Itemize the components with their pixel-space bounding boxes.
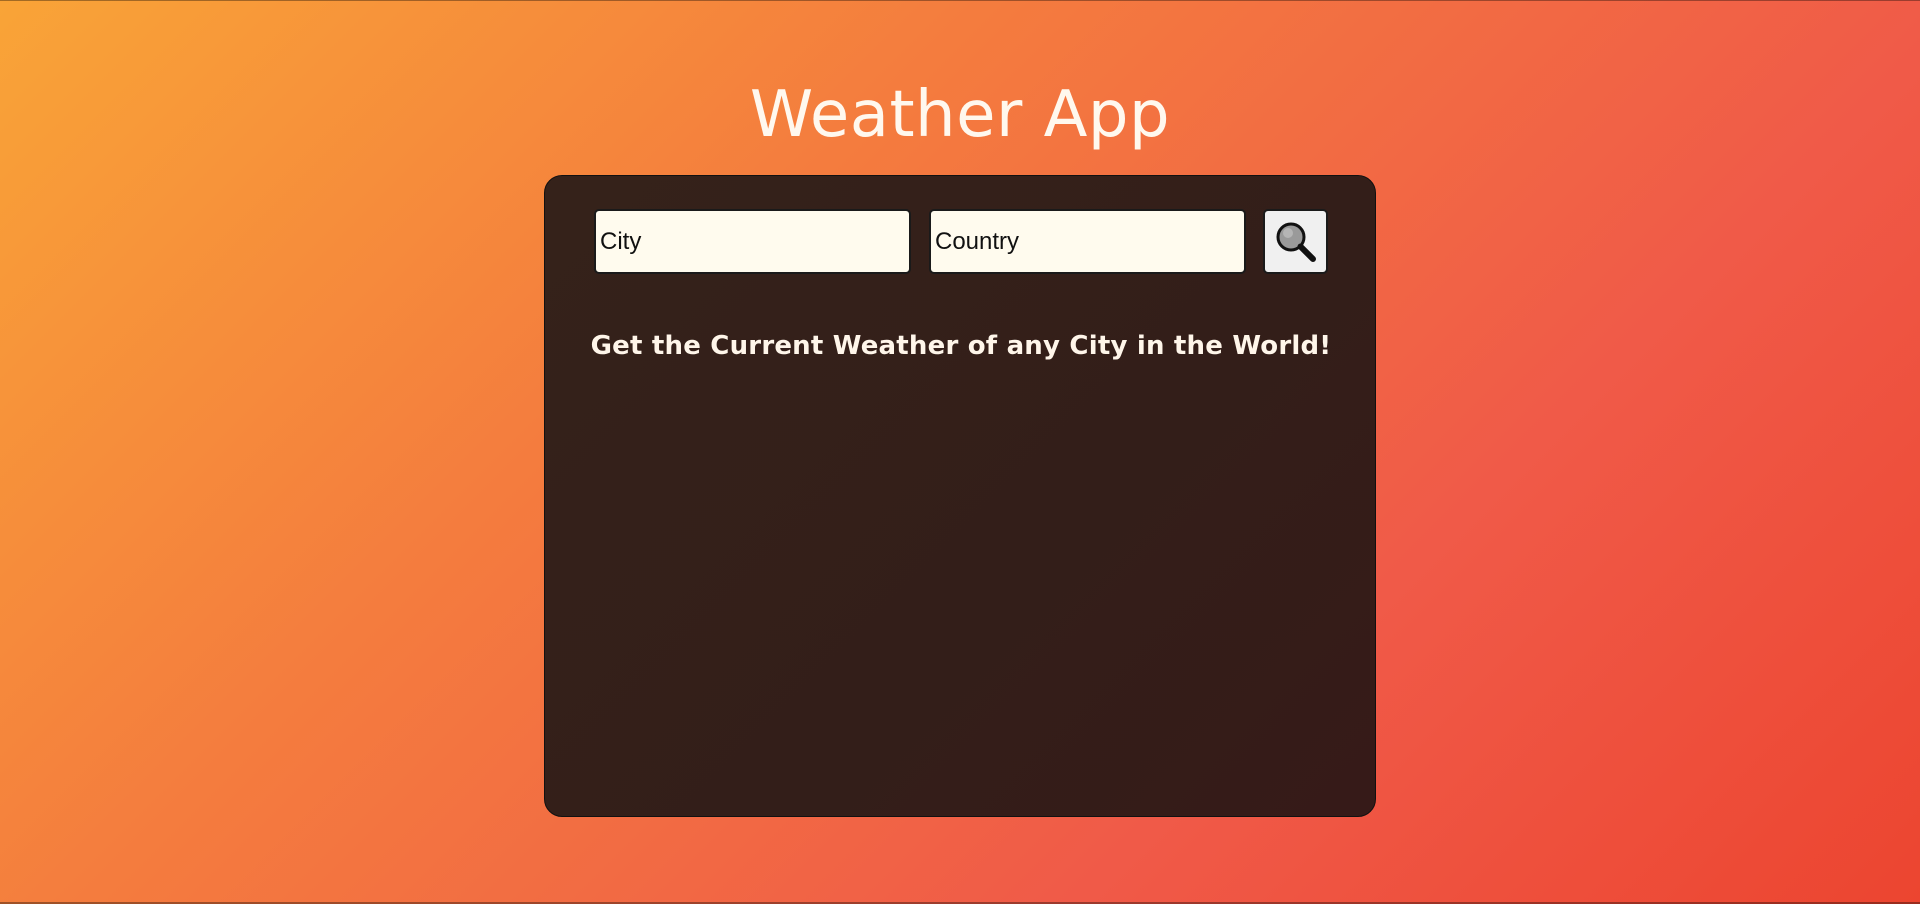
city-input[interactable] [594,209,911,274]
country-input[interactable] [929,209,1246,274]
tagline: Get the Current Weather of any City in t… [590,331,1332,361]
weather-card: Get the Current Weather of any City in t… [544,175,1376,817]
page-title: Weather App [749,78,1171,152]
top-border [0,0,1920,1]
search-button[interactable] [1263,209,1328,274]
search-icon [1272,218,1320,266]
